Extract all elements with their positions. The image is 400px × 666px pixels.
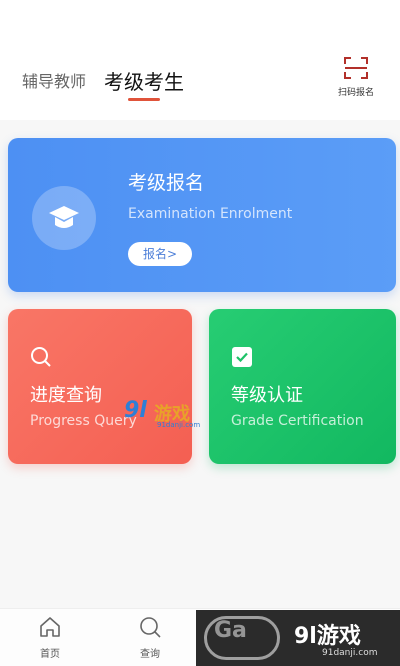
scan-icon bbox=[344, 57, 368, 79]
watermark-mark: 9l bbox=[124, 398, 147, 423]
home-icon bbox=[40, 617, 60, 637]
grade-certification-card[interactable]: 等级认证 Grade Certification bbox=[209, 309, 396, 464]
enrolment-subtitle: Examination Enrolment bbox=[128, 206, 293, 222]
nav-home[interactable]: 首页 bbox=[25, 615, 75, 660]
tab-tutor[interactable]: 辅导教师 bbox=[22, 68, 86, 92]
graduation-cap-icon bbox=[49, 206, 79, 228]
progress-query-card[interactable]: 进度查询 Progress Query bbox=[8, 309, 192, 464]
corner-brand-logo: 9l游戏 bbox=[294, 624, 361, 649]
corner-brand-url: 91danji.com bbox=[322, 648, 378, 658]
search-icon bbox=[31, 347, 51, 367]
corner-ring-text: Ga bbox=[214, 618, 247, 643]
nav-home-label: 首页 bbox=[40, 649, 60, 660]
watermark-logo: 9l 游戏 91danji.com bbox=[124, 398, 224, 436]
enrol-button[interactable]: 报名> bbox=[128, 242, 192, 266]
nav-query[interactable]: 查询 bbox=[125, 615, 175, 660]
enrolment-icon-circle bbox=[32, 186, 96, 250]
corner-watermark-banner: Ga 9l游戏 91danji.com bbox=[196, 610, 400, 666]
search-icon bbox=[140, 617, 161, 638]
tab-candidate[interactable]: 考级考生 bbox=[104, 66, 184, 95]
watermark-url: 91danji.com bbox=[157, 421, 201, 429]
header: 辅导教师 考级考生 扫码报名 bbox=[0, 0, 400, 120]
active-tab-indicator bbox=[128, 98, 160, 101]
scan-register-button[interactable]: 扫码报名 bbox=[332, 55, 380, 107]
nav-query-label: 查询 bbox=[140, 649, 160, 660]
exam-enrolment-card[interactable]: 考级报名 Examination Enrolment 报名> bbox=[8, 138, 396, 292]
checkbox-icon bbox=[232, 347, 252, 367]
scan-register-label: 扫码报名 bbox=[337, 88, 374, 98]
certification-subtitle: Grade Certification bbox=[231, 413, 364, 429]
certification-title: 等级认证 bbox=[231, 385, 303, 406]
progress-title: 进度查询 bbox=[30, 385, 102, 406]
enrolment-title: 考级报名 bbox=[128, 172, 205, 194]
